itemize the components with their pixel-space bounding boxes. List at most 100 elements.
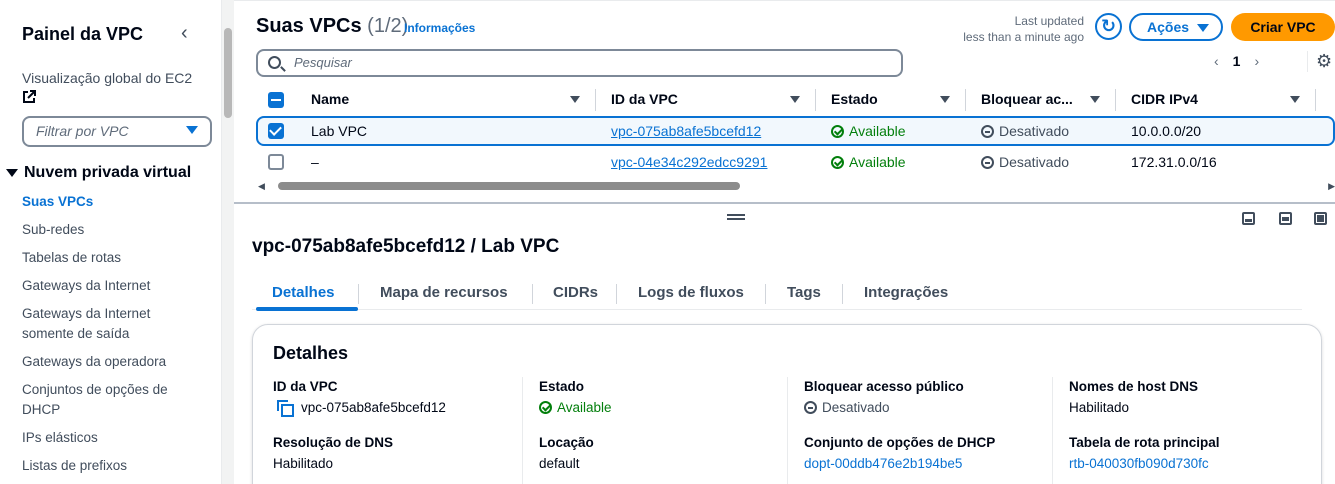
sidebar-item-egress-only-gateways[interactable]: Gateways da Internet somente de saída xyxy=(22,304,202,344)
block-access-text: Desativado xyxy=(822,400,890,415)
scrollbar-thumb[interactable] xyxy=(224,28,232,118)
selection-count: (1/2) xyxy=(367,15,409,37)
column-header-cidr[interactable]: CIDR IPv4 xyxy=(1131,91,1300,107)
split-bottom-icon[interactable] xyxy=(1242,212,1255,225)
row-vpc-id-link[interactable]: vpc-04e34c292edcc9291 xyxy=(611,154,767,170)
tab-integrations[interactable]: Integrações xyxy=(864,284,948,301)
tab-cidrs[interactable]: CIDRs xyxy=(553,284,598,301)
page-title: Suas VPCs (1/2) xyxy=(256,15,408,38)
sort-caret-icon[interactable] xyxy=(940,96,950,103)
sort-caret-icon[interactable] xyxy=(1090,96,1100,103)
sidebar-section-label: Nuvem privada virtual xyxy=(24,164,192,181)
sidebar-item-carrier-gateways[interactable]: Gateways da operadora xyxy=(22,352,202,372)
search-icon xyxy=(268,56,281,69)
tab-separator xyxy=(765,284,766,304)
column-header-label: ID da VPC xyxy=(611,91,678,107)
sort-caret-icon[interactable] xyxy=(570,96,580,103)
split-side-icon[interactable] xyxy=(1279,212,1292,225)
table-header: Name ID da VPC Estado Bloquear ac... CID… xyxy=(256,87,1335,115)
table-row[interactable]: – vpc-04e34c292edcc9291 Available Desati… xyxy=(256,147,1335,177)
state-text: Available xyxy=(557,400,612,415)
scroll-right-icon[interactable]: ▶ xyxy=(1328,181,1335,192)
sidebar-item-subnets[interactable]: Sub-redes xyxy=(22,220,202,240)
collapse-sidebar-icon[interactable]: ‹ xyxy=(181,22,188,45)
row-state-text: Available xyxy=(849,154,906,170)
actions-dropdown[interactable]: Ações xyxy=(1129,13,1223,41)
refresh-button[interactable]: ↻ xyxy=(1095,13,1122,40)
vpc-filter-select[interactable]: Filtrar por VPC xyxy=(22,116,212,147)
split-full-icon[interactable] xyxy=(1314,212,1327,225)
column-header-name[interactable]: Name xyxy=(311,91,580,107)
last-updated-label: Last updated xyxy=(1014,14,1084,28)
column-separator[interactable] xyxy=(1115,89,1116,111)
sidebar-item-prefix-lists[interactable]: Listas de prefixos xyxy=(22,456,202,476)
column-separator[interactable] xyxy=(965,89,966,111)
caret-down-icon xyxy=(6,168,18,177)
split-panel-divider[interactable] xyxy=(234,202,1335,204)
external-link-icon xyxy=(23,90,36,103)
dns-hostnames-value: Habilitado xyxy=(1069,400,1130,415)
tab-separator xyxy=(532,284,533,304)
sidebar-scrollbar[interactable] xyxy=(222,0,234,484)
search-input[interactable]: Pesquisar xyxy=(256,49,903,77)
tab-details[interactable]: Detalhes xyxy=(272,284,335,301)
vpc-id-text: vpc-075ab8afe5bcefd12 xyxy=(301,400,446,415)
sidebar-item-internet-gateways[interactable]: Gateways da Internet xyxy=(22,276,202,296)
search-placeholder: Pesquisar xyxy=(294,55,352,70)
tab-flow-logs[interactable]: Logs de fluxos xyxy=(638,284,744,301)
sidebar-item-elastic-ips[interactable]: IPs elásticos xyxy=(22,428,202,448)
table-horizontal-scrollbar[interactable]: ◀ ▶ xyxy=(256,181,1335,191)
pagination: ‹ 1 › xyxy=(1214,53,1259,69)
tab-resource-map[interactable]: Mapa de recursos xyxy=(380,284,508,301)
table-row[interactable]: Lab VPC vpc-075ab8afe5bcefd12 Available … xyxy=(256,116,1335,146)
row-checkbox[interactable] xyxy=(268,123,284,139)
info-link[interactable]: Informações xyxy=(404,21,475,35)
current-page[interactable]: 1 xyxy=(1233,53,1241,69)
column-separator[interactable] xyxy=(1315,89,1316,111)
resize-handle-icon[interactable] xyxy=(727,214,745,220)
status-available-icon xyxy=(539,401,552,414)
vpc-id-label: ID da VPC xyxy=(273,379,338,394)
row-name: – xyxy=(311,154,319,170)
sidebar-item-dhcp-option-sets[interactable]: Conjuntos de opções de DHCP xyxy=(22,380,202,420)
create-vpc-button[interactable]: Criar VPC xyxy=(1231,13,1335,41)
select-all-checkbox[interactable] xyxy=(268,92,284,108)
column-header-state[interactable]: Estado xyxy=(831,91,950,107)
detail-tabs: Detalhes Mapa de recursos CIDRs Logs de … xyxy=(252,280,1302,311)
sidebar-item-your-vpcs[interactable]: Suas VPCs xyxy=(22,192,202,212)
main-route-table-link[interactable]: rtb-040030fb090d730fc xyxy=(1069,456,1209,471)
tab-separator xyxy=(616,284,617,304)
column-separator[interactable] xyxy=(815,89,816,111)
row-vpc-id-link[interactable]: vpc-075ab8afe5bcefd12 xyxy=(611,123,761,139)
tab-tags[interactable]: Tags xyxy=(787,284,821,301)
column-divider xyxy=(522,377,523,484)
scroll-left-icon[interactable]: ◀ xyxy=(258,181,265,192)
scrollbar-thumb[interactable] xyxy=(278,182,740,190)
column-separator[interactable] xyxy=(595,89,596,111)
column-header-vpc-id[interactable]: ID da VPC xyxy=(611,91,800,107)
column-header-block-access[interactable]: Bloquear ac... xyxy=(981,91,1100,107)
sidebar-section-vpc[interactable]: Nuvem privada virtual xyxy=(6,164,191,182)
column-header-label: Estado xyxy=(831,91,878,107)
row-name: Lab VPC xyxy=(311,123,368,139)
row-block-text: Desativado xyxy=(999,123,1070,139)
previous-page-icon[interactable]: ‹ xyxy=(1214,53,1219,69)
last-updated-value: less than a minute ago xyxy=(963,30,1084,44)
sort-caret-icon[interactable] xyxy=(1290,96,1300,103)
details-card: Detalhes ID da VPC vpc-075ab8afe5bcefd12… xyxy=(252,324,1322,484)
column-header-label: Name xyxy=(311,91,350,107)
row-block-access: Desativado xyxy=(981,154,1069,170)
next-page-icon[interactable]: › xyxy=(1254,53,1259,69)
vpc-id-value: vpc-075ab8afe5bcefd12 xyxy=(277,400,446,417)
sidebar-item-route-tables[interactable]: Tabelas de rotas xyxy=(22,248,202,268)
preferences-gear-icon[interactable]: ⚙ xyxy=(1307,51,1332,72)
vpc-table-panel: Suas VPCs (1/2) Informações Last updated… xyxy=(234,0,1335,202)
column-divider xyxy=(787,377,788,484)
detail-title: vpc-075ab8afe5bcefd12 / Lab VPC xyxy=(252,236,560,257)
status-available-icon xyxy=(831,156,844,169)
dhcp-options-link[interactable]: dopt-00ddb476e2b194be5 xyxy=(804,456,962,471)
sidebar-item-global-view[interactable]: Visualização global do EC2 xyxy=(22,68,202,109)
row-checkbox[interactable] xyxy=(268,154,284,170)
sort-caret-icon[interactable] xyxy=(790,96,800,103)
copy-icon[interactable] xyxy=(277,400,294,417)
